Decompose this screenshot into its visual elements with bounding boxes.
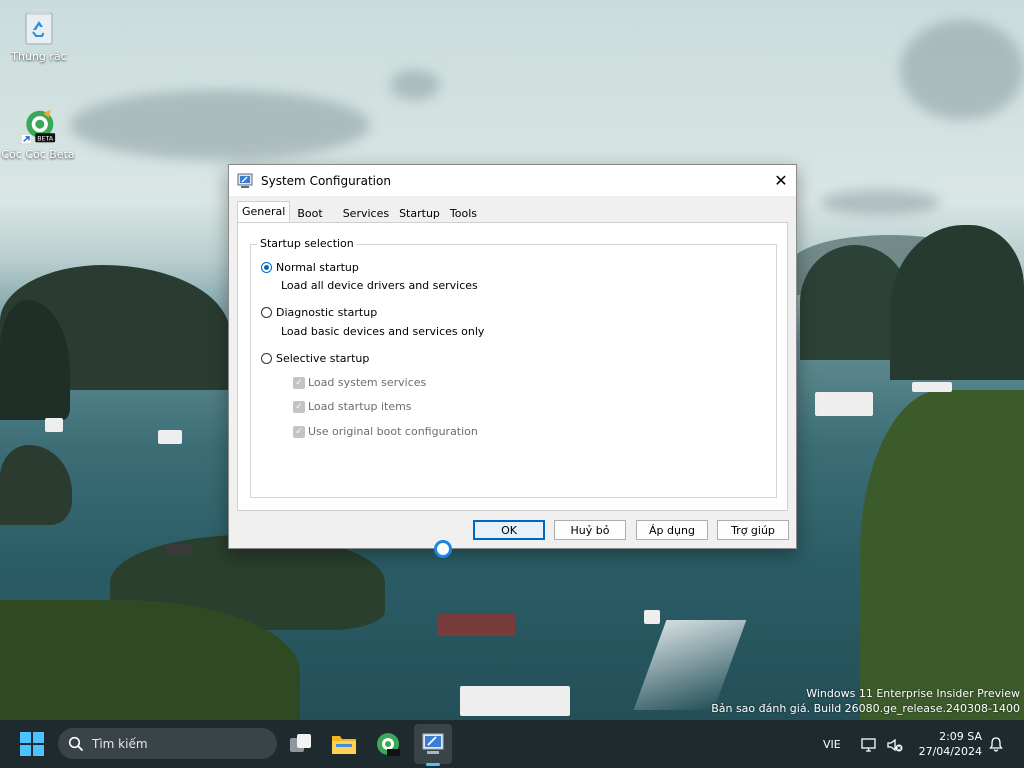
dialog-title: System Configuration: [261, 173, 391, 188]
wallpaper-cloud: [390, 70, 440, 100]
wallpaper-boat: [166, 544, 192, 554]
task-view-icon: [290, 734, 311, 752]
checkbox-load-system-services[interactable]: ✓ Load system services: [293, 376, 426, 389]
radio-button[interactable]: [261, 353, 272, 364]
wallpaper-boat: [437, 614, 515, 636]
speaker-muted-icon[interactable]: [886, 736, 904, 754]
wallpaper-island: [0, 445, 72, 525]
checkbox-checked-disabled[interactable]: ✓: [293, 376, 305, 389]
coccoc-beta-badge: BETA: [37, 135, 54, 142]
wallpaper-boat: [912, 382, 952, 392]
radio-normal-startup[interactable]: Normal startup: [261, 261, 359, 274]
taskbar: Tìm kiếm VIE 2:09 SA 27/04/2024: [0, 720, 1024, 768]
group-title: Startup selection: [257, 237, 357, 250]
folder-icon: [332, 736, 356, 754]
checkbox-label: Use original boot configuration: [308, 425, 478, 438]
coccoc-taskbar-button[interactable]: [374, 730, 402, 758]
running-app-indicator: [426, 763, 440, 766]
radio-button-selected[interactable]: [261, 262, 272, 273]
checkbox-checked-disabled[interactable]: ✓: [293, 400, 305, 413]
tab-boot[interactable]: Boot: [292, 203, 327, 224]
radio-selective-startup[interactable]: Selective startup: [261, 352, 369, 365]
apply-button[interactable]: Áp dụng: [636, 520, 708, 540]
coccoc-browser-icon: BETA: [20, 108, 56, 144]
start-button[interactable]: [20, 732, 44, 756]
tab-tools[interactable]: Tools: [445, 203, 482, 224]
wallpaper-cloud: [820, 190, 940, 215]
help-button[interactable]: Trợ giúp: [717, 520, 789, 540]
system-configuration-taskbar-button[interactable]: [419, 730, 447, 758]
windows-logo-icon: [20, 732, 31, 743]
search-placeholder: Tìm kiếm: [92, 736, 148, 751]
desktop-icon-label: Cốc Cốc Beta: [1, 148, 75, 161]
windows-watermark: Windows 11 Enterprise Insider Preview Bả…: [711, 686, 1020, 716]
system-clock[interactable]: 2:09 SA 27/04/2024: [917, 729, 982, 759]
radio-label: Diagnostic startup: [276, 306, 378, 319]
dialog-tabs: General Boot Services Startup Tools: [237, 201, 482, 225]
checkbox-label: Load system services: [308, 376, 427, 389]
recycle-bin-icon: [21, 10, 57, 46]
coccoc-browser-icon: [377, 733, 400, 756]
wallpaper-boat: [644, 610, 660, 624]
dialog-titlebar[interactable]: System Configuration ✕: [229, 165, 796, 196]
radio-label: Selective startup: [276, 352, 370, 365]
diagnostic-startup-description: Load basic devices and services only: [281, 325, 485, 338]
general-tab-panel: Startup selection Normal startup Load al…: [237, 222, 788, 511]
checkbox-load-startup-items[interactable]: ✓ Load startup items: [293, 400, 412, 413]
close-button[interactable]: ✕: [766, 165, 796, 196]
wallpaper-cloud: [900, 20, 1024, 120]
desktop-icon-coccoc-beta[interactable]: BETA Cốc Cốc Beta: [0, 108, 76, 161]
wallpaper-trees: [860, 390, 1024, 720]
checkbox-use-original-boot-config[interactable]: ✓ Use original boot configuration: [293, 425, 478, 438]
taskbar-search-box[interactable]: Tìm kiếm: [58, 728, 277, 759]
network-icon[interactable]: [860, 736, 878, 754]
ok-button[interactable]: OK: [473, 520, 545, 540]
clock-date: 27/04/2024: [918, 745, 982, 758]
task-view-button[interactable]: [287, 730, 315, 758]
search-icon: [68, 736, 84, 751]
tab-startup[interactable]: Startup: [394, 203, 445, 224]
msconfig-icon: [422, 733, 444, 754]
desktop-icon-label: Thùng rác: [11, 50, 67, 63]
radio-diagnostic-startup[interactable]: Diagnostic startup: [261, 306, 377, 319]
wallpaper-boat: [460, 686, 570, 716]
msconfig-icon: [237, 173, 253, 189]
radio-button[interactable]: [261, 307, 272, 318]
busy-cursor-icon: [434, 540, 452, 558]
normal-startup-description: Load all device drivers and services: [281, 279, 478, 292]
wallpaper-boat: [815, 392, 873, 416]
wallpaper-boat: [45, 418, 63, 432]
radio-label: Normal startup: [276, 261, 359, 274]
tab-services[interactable]: Services: [338, 203, 394, 224]
cancel-button[interactable]: Huỷ bỏ: [554, 520, 626, 540]
checkbox-checked-disabled[interactable]: ✓: [293, 425, 305, 438]
notification-bell-icon[interactable]: [988, 736, 1004, 752]
checkbox-label: Load startup items: [308, 400, 412, 413]
file-explorer-button[interactable]: [330, 730, 358, 758]
clock-time: 2:09 SA: [939, 730, 982, 743]
watermark-edition: Windows 11 Enterprise Insider Preview: [806, 687, 1020, 700]
wallpaper-cloud: [70, 90, 370, 160]
desktop-icon-recycle-bin[interactable]: Thùng rác: [1, 10, 77, 63]
input-language-indicator[interactable]: VIE: [823, 738, 841, 751]
system-configuration-dialog: System Configuration ✕ General Boot Serv…: [228, 164, 797, 549]
wallpaper-boat: [158, 430, 182, 444]
watermark-build: Bản sao đánh giá. Build 26080.ge_release…: [711, 702, 1020, 715]
startup-selection-group: Startup selection Normal startup Load al…: [250, 237, 777, 498]
